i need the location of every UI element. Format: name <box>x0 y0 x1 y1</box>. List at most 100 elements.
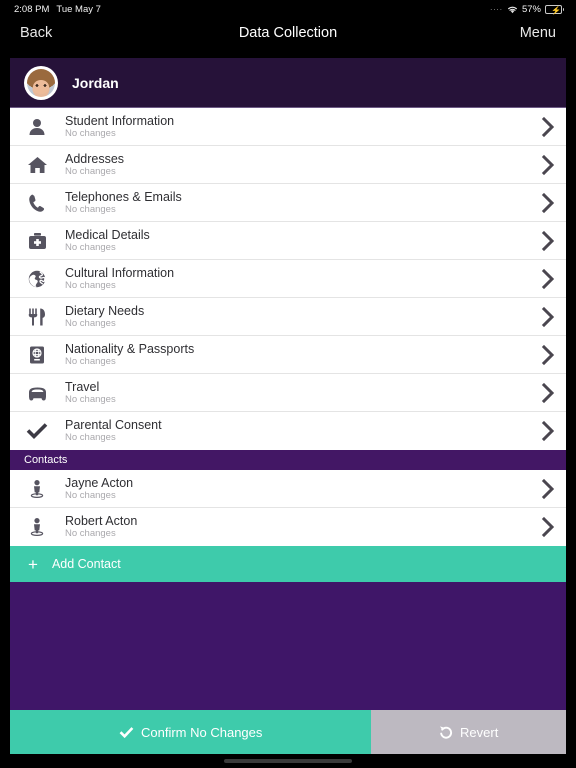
list-item[interactable]: Travel No changes <box>10 374 566 412</box>
list-item-subtitle: No changes <box>65 355 116 367</box>
add-contact-button[interactable]: + Add Contact <box>10 546 566 582</box>
list-item-text: Robert Acton No changes <box>65 514 540 540</box>
list-item-text: Cultural Information No changes <box>65 266 540 292</box>
list-item[interactable]: Telephones & Emails No changes <box>10 184 566 222</box>
list-item-text: Dietary Needs No changes <box>65 304 540 330</box>
list-item-title: Travel <box>65 379 100 394</box>
list-item-title: Telephones & Emails <box>65 189 182 204</box>
list-item-subtitle: No changes <box>65 317 116 329</box>
chevron-right-icon <box>540 420 556 442</box>
battery-percent-label: 57% <box>521 3 541 15</box>
contact-person-icon <box>22 479 52 499</box>
list-item-text: Student Information No changes <box>65 114 540 140</box>
list-item-text: Addresses No changes <box>65 152 540 178</box>
chevron-right-icon <box>540 230 556 252</box>
add-contact-label: Add Contact <box>51 557 121 571</box>
list-item-text: Telephones & Emails No changes <box>65 190 540 216</box>
list-item[interactable]: Dietary Needs No changes <box>10 298 566 336</box>
status-bar: 2:08 PM Tue May 7 .... 57% ⚡ <box>0 0 576 18</box>
chevron-right-icon <box>540 516 556 538</box>
status-date: Tue May 7 <box>56 3 101 15</box>
list-item-subtitle: No changes <box>65 241 116 253</box>
list-item-text: Medical Details No changes <box>65 228 540 254</box>
status-time: 2:08 PM <box>14 3 50 15</box>
page-title: Data Collection <box>238 25 338 41</box>
status-bar-right: .... 57% ⚡ <box>490 2 564 15</box>
content-area: Jordan Student Information No changes Ad… <box>10 58 566 710</box>
details-list: Student Information No changes Addresses… <box>10 108 566 450</box>
list-item[interactable]: Jayne Acton No changes <box>10 470 566 508</box>
device-frame: 2:08 PM Tue May 7 .... 57% ⚡ Back Data C… <box>0 0 576 768</box>
avatar <box>24 65 58 100</box>
battery-icon: ⚡ <box>545 4 564 15</box>
list-item-subtitle: No changes <box>65 489 116 501</box>
menu-button[interactable]: Menu <box>520 25 556 41</box>
list-item[interactable]: Student Information No changes <box>10 108 566 146</box>
contacts-list: Jayne Acton No changes Robert Acton No c… <box>10 470 566 546</box>
list-item-subtitle: No changes <box>65 432 116 443</box>
list-item[interactable]: Cultural Information No changes <box>10 260 566 298</box>
chevron-right-icon <box>540 268 556 290</box>
list-item-title: Parental Consent <box>65 418 162 432</box>
list-item-title: Student Information <box>65 113 175 128</box>
plus-icon: + <box>28 554 38 574</box>
chevron-right-icon <box>540 478 556 500</box>
list-item-title: Medical Details <box>65 227 150 242</box>
list-item-title: Nationality & Passports <box>65 341 195 356</box>
list-item-title: Robert Acton <box>65 514 138 528</box>
list-item-text: Jayne Acton No changes <box>65 476 540 502</box>
car-icon <box>22 384 52 402</box>
chevron-right-icon <box>540 306 556 328</box>
wifi-icon <box>507 5 518 14</box>
list-item-text: Nationality & Passports No changes <box>65 342 540 368</box>
revert-label: Revert <box>460 724 499 740</box>
list-item-subtitle: No changes <box>65 203 116 215</box>
undo-icon <box>439 725 453 739</box>
list-item-title: Jayne Acton <box>65 475 134 490</box>
passport-icon <box>22 345 52 365</box>
confirm-no-changes-button[interactable]: Confirm No Changes <box>10 710 372 754</box>
list-item-title: Dietary Needs <box>65 303 145 318</box>
empty-space <box>10 582 566 710</box>
back-button[interactable]: Back <box>20 25 52 41</box>
medkit-icon <box>22 231 52 251</box>
globe-icon <box>22 269 52 289</box>
list-item-subtitle: No changes <box>65 393 116 405</box>
action-bar: Confirm No Changes Revert <box>10 710 566 754</box>
chevron-right-icon <box>540 192 556 214</box>
person-icon <box>22 117 52 137</box>
check-icon <box>22 422 52 440</box>
list-item-subtitle: No changes <box>65 279 116 291</box>
chevron-right-icon <box>540 382 556 404</box>
home-icon <box>22 155 52 175</box>
profile-header[interactable]: Jordan <box>10 58 566 108</box>
status-bar-left: 2:08 PM Tue May 7 <box>14 4 101 15</box>
list-item[interactable]: Parental Consent No changes <box>10 412 566 450</box>
section-header-contacts: Contacts <box>10 450 566 470</box>
revert-button[interactable]: Revert <box>371 710 566 754</box>
list-item-text: Parental Consent No changes <box>65 418 540 444</box>
list-item-subtitle: No changes <box>65 528 116 539</box>
home-indicator <box>224 759 352 763</box>
section-header-label: Contacts <box>24 454 68 466</box>
chevron-right-icon <box>540 154 556 176</box>
nav-bar: Back Data Collection Menu <box>0 18 576 48</box>
phone-icon <box>22 193 52 213</box>
contact-person-icon <box>22 517 52 537</box>
list-item[interactable]: Nationality & Passports No changes <box>10 336 566 374</box>
list-item-subtitle: No changes <box>65 165 116 177</box>
chevron-right-icon <box>540 116 556 138</box>
cutlery-icon <box>22 307 52 327</box>
list-item-title: Addresses <box>65 151 125 166</box>
check-icon <box>119 726 134 739</box>
list-item[interactable]: Robert Acton No changes <box>10 508 566 546</box>
list-item[interactable]: Medical Details No changes <box>10 222 566 260</box>
signal-dots-icon: .... <box>490 2 503 12</box>
list-item-subtitle: No changes <box>65 127 116 139</box>
profile-name: Jordan <box>72 74 119 91</box>
list-item-text: Travel No changes <box>65 380 540 406</box>
list-item-title: Cultural Information <box>65 265 175 280</box>
chevron-right-icon <box>540 344 556 366</box>
confirm-no-changes-label: Confirm No Changes <box>141 724 263 740</box>
list-item[interactable]: Addresses No changes <box>10 146 566 184</box>
